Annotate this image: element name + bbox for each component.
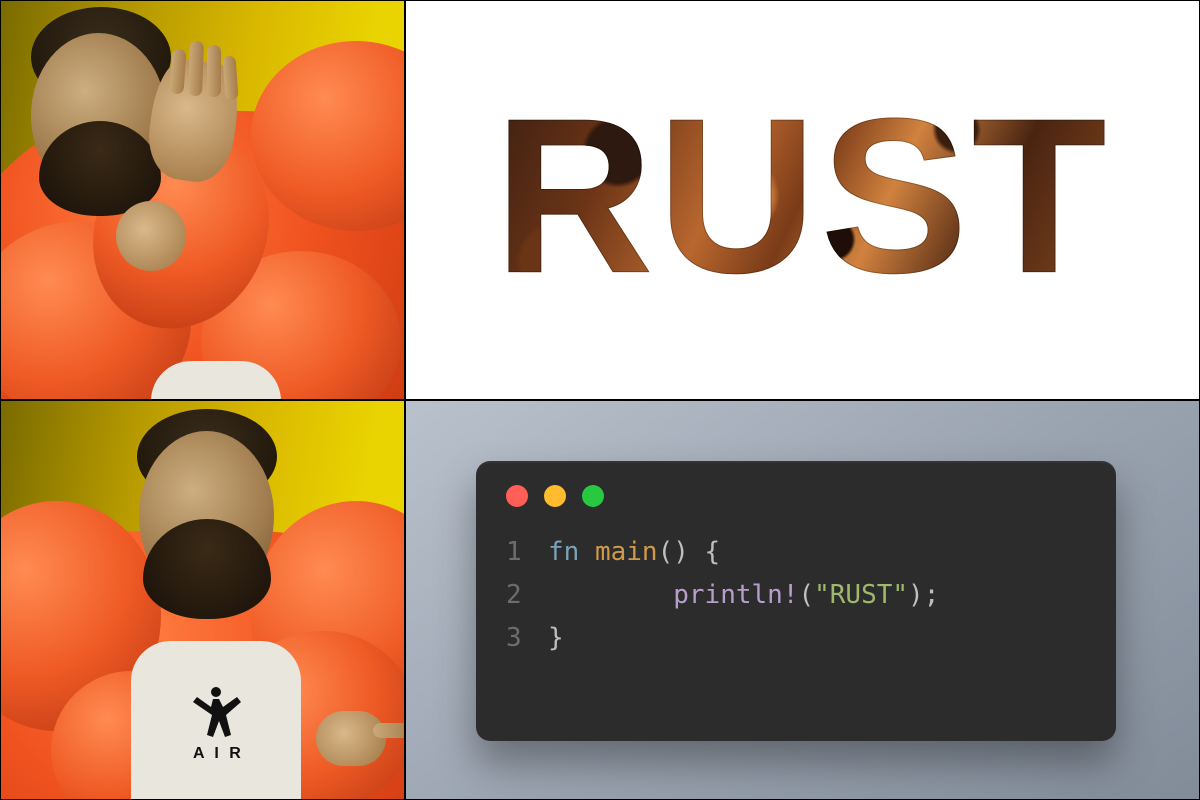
code-punc: } xyxy=(548,623,564,653)
window-traffic-lights xyxy=(506,485,1086,507)
traffic-light-zoom-icon xyxy=(582,485,604,507)
line-number: 2 xyxy=(506,574,548,617)
code-line: 1fn main() { xyxy=(506,531,1086,574)
line-number: 1 xyxy=(506,531,548,574)
panel-approve-content: 1fn main() { 2 println!("RUST"); 3} xyxy=(405,400,1200,800)
drake-finger-point xyxy=(373,723,405,738)
line-number: 3 xyxy=(506,617,548,660)
traffic-light-close-icon xyxy=(506,485,528,507)
code-indent xyxy=(548,580,673,610)
rust-texture-word: RUST xyxy=(494,86,1110,306)
drake-finger xyxy=(188,41,204,96)
panel-reject-content: RUST xyxy=(405,0,1200,400)
code-punc: () { xyxy=(658,537,721,567)
drake-other-hand xyxy=(116,201,186,271)
panel-drake-no xyxy=(0,0,405,400)
tshirt-logo-text: A I R xyxy=(193,745,244,763)
code-line: 3} xyxy=(506,617,1086,660)
code-punc: ( xyxy=(798,580,814,610)
jumpman-logo-icon xyxy=(189,681,243,741)
drake-hand-point xyxy=(316,711,386,766)
traffic-light-minimize-icon xyxy=(544,485,566,507)
code-macro: println! xyxy=(673,580,798,610)
code-fn-name: main xyxy=(595,537,658,567)
code-line: 2 println!("RUST"); xyxy=(506,574,1086,617)
tshirt-peek xyxy=(151,361,281,400)
panel-drake-yes: A I R xyxy=(0,400,405,800)
drake-meme-grid: RUST A I R 1fn main() xyxy=(0,0,1200,800)
code-punc: ); xyxy=(908,580,939,610)
code-editor-card: 1fn main() { 2 println!("RUST"); 3} xyxy=(476,461,1116,741)
code-string: "RUST" xyxy=(814,580,908,610)
code-keyword: fn xyxy=(548,537,579,567)
drake-finger xyxy=(207,45,221,97)
